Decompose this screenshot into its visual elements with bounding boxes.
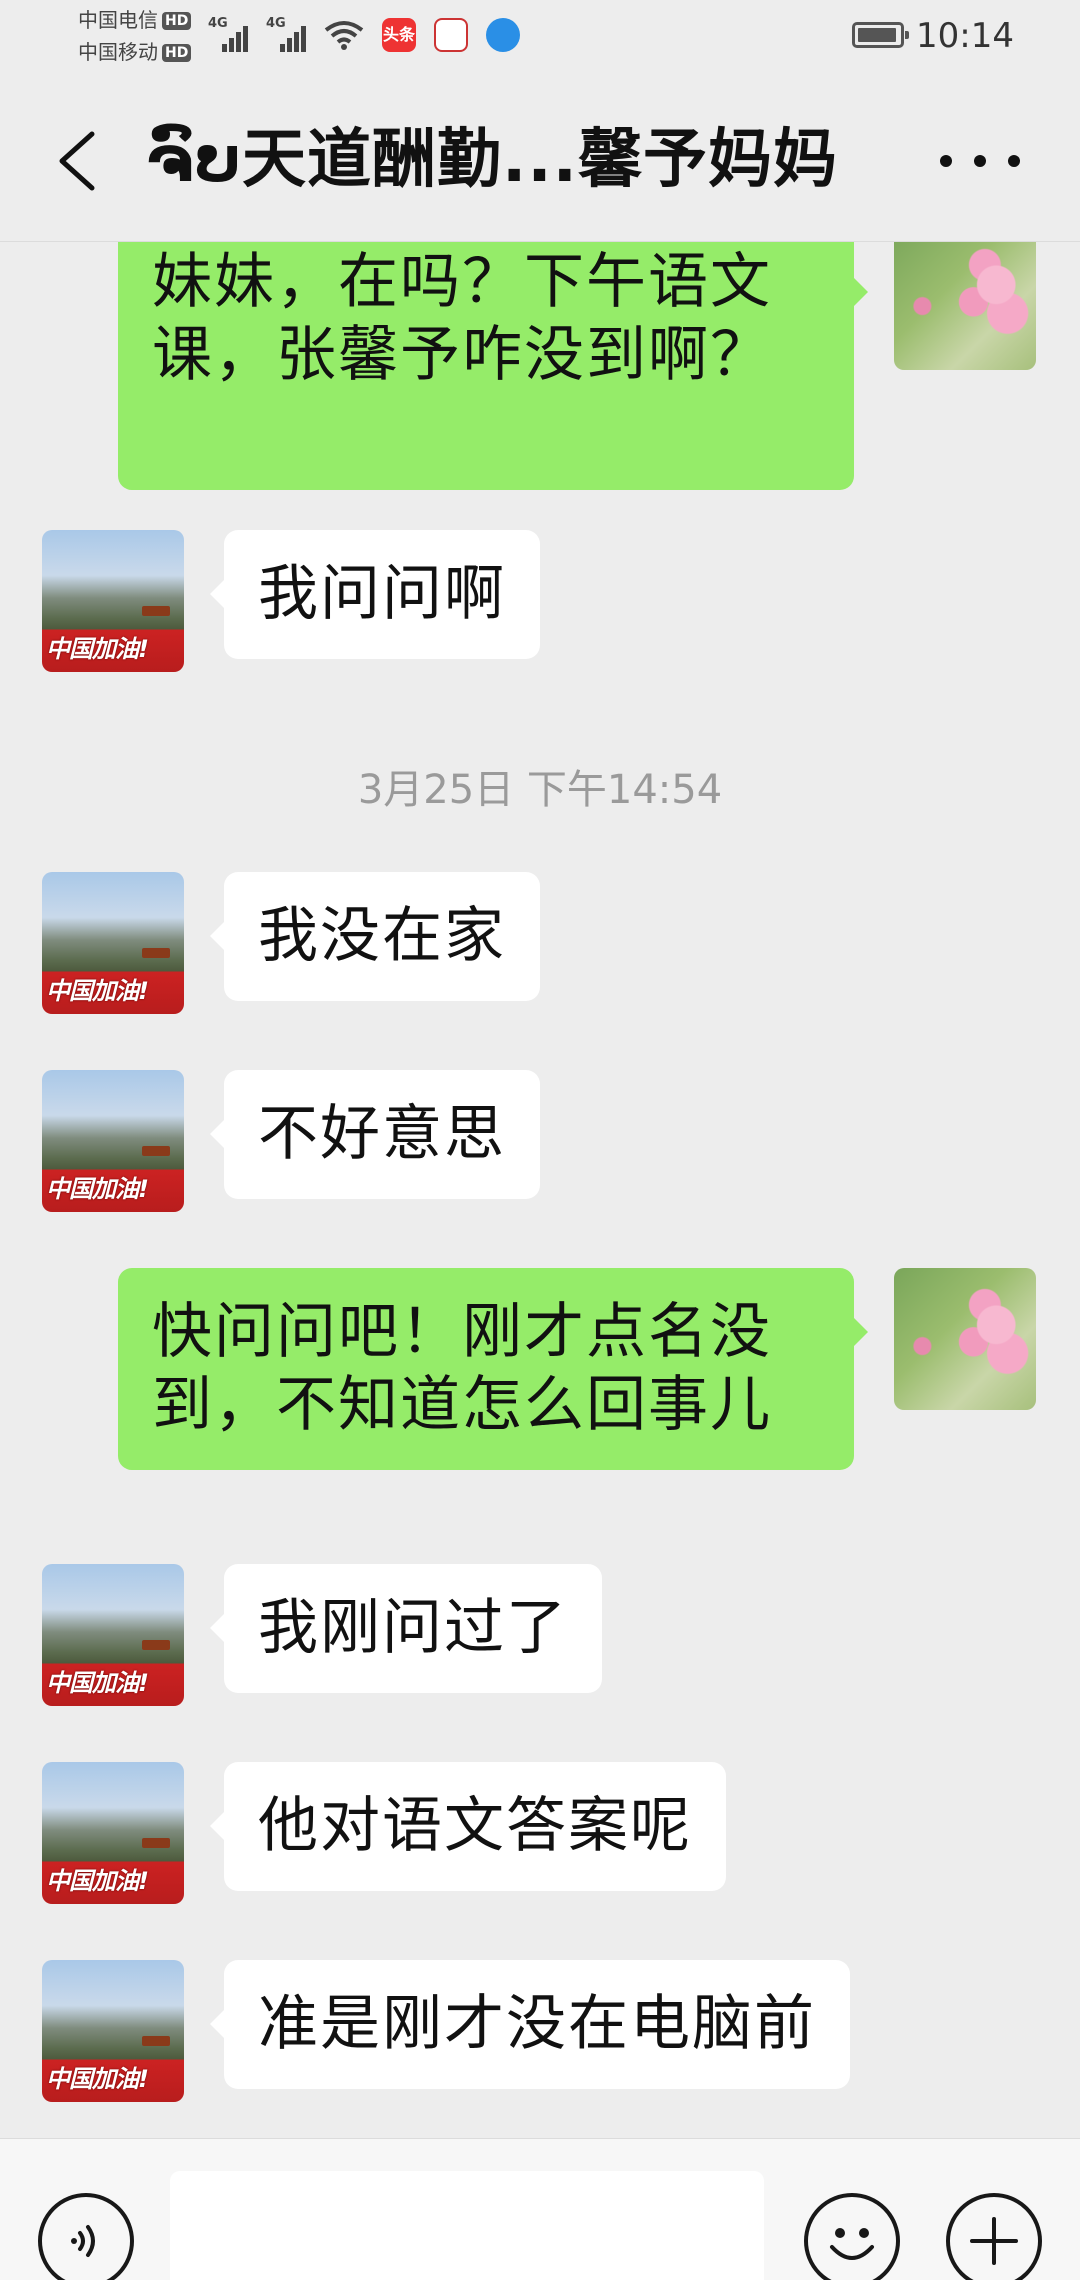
my-avatar[interactable] (894, 242, 1036, 370)
status-icons: 4G 4G 头条 (208, 12, 520, 52)
message-text: 准是刚才没在电脑前 (258, 1989, 816, 2059)
contact-avatar[interactable]: 中国加油! (42, 530, 184, 672)
message-text: 到，不知道怎么回事儿 (152, 1370, 772, 1441)
outgoing-bubble[interactable]: 妹妹，在吗？下午语文 课，张馨予咋没到啊？ (118, 242, 868, 490)
message-text: 不好意思 (258, 1099, 506, 1169)
chat-header: ຈົບ天道酬勤...馨予妈妈 (0, 80, 1080, 242)
message-text: 妹妹，在吗？下午语文 (152, 247, 772, 317)
wifi-icon (324, 21, 364, 50)
incoming-bubble[interactable]: 他对语文答案呢 (210, 1762, 726, 1892)
contact-avatar[interactable]: 中国加油! (42, 1564, 184, 1706)
battery-icon (852, 22, 909, 48)
incoming-bubble[interactable]: 我刚问过了 (210, 1564, 602, 1694)
carrier-1: 中国电信 HD (78, 8, 192, 32)
contact-avatar[interactable]: 中国加油! (42, 1960, 184, 2102)
contact-avatar[interactable]: 中国加油! (42, 1070, 184, 1212)
chevron-left-icon[interactable] (52, 130, 104, 192)
status-bar: 中国电信 HD 中国移动 HD 4G 4G 头条 10:14 (0, 0, 1080, 80)
emoji-icon[interactable] (804, 2193, 900, 2280)
signal-icon: 4G (208, 16, 248, 52)
incoming-bubble[interactable]: 准是刚才没在电脑前 (210, 1960, 850, 2090)
message-text: 我没在家 (258, 901, 506, 971)
contact-avatar[interactable]: 中国加油! (42, 1762, 184, 1904)
carrier-2: 中国移动 HD (78, 40, 192, 64)
timestamp: 3月25日 下午14:54 (357, 767, 723, 813)
message-text: 课，张馨予咋没到啊？ (152, 320, 772, 391)
incoming-bubble[interactable]: 我没在家 (210, 872, 540, 1002)
message-text: 我问问啊 (258, 559, 506, 629)
baidu-app-icon (434, 18, 468, 52)
incoming-bubble[interactable]: 不好意思 (210, 1070, 540, 1200)
chat-title: ຈົບ天道酬勤...馨予妈妈 (146, 123, 838, 197)
contact-avatar[interactable]: 中国加油! (42, 872, 184, 1014)
incoming-bubble[interactable]: 我问问啊 (210, 530, 540, 660)
message-text: 他对语文答案呢 (258, 1791, 692, 1861)
my-avatar[interactable] (894, 1268, 1036, 1410)
plus-icon[interactable] (946, 2193, 1042, 2280)
input-bar (0, 2138, 1080, 2280)
hd-badge: HD (162, 12, 192, 30)
toutiao-app-icon: 头条 (382, 18, 416, 52)
more-dots-icon[interactable] (940, 146, 1020, 176)
message-input[interactable] (170, 2171, 764, 2280)
outgoing-bubble[interactable]: 快问问吧！刚才点名没 到，不知道怎么回事儿 (118, 1268, 868, 1471)
clock: 10:14 (916, 16, 1014, 56)
message-text: 我刚问过了 (258, 1593, 568, 1663)
voice-icon[interactable] (38, 2193, 134, 2280)
message-list[interactable]: 妹妹，在吗？下午语文 课，张馨予咋没到啊？ 中国加油! 我问问啊 3月25日 下… (0, 242, 1080, 2138)
message-text: 快问问吧！刚才点名没 (152, 1297, 772, 1367)
browser-app-icon (486, 18, 520, 52)
signal-icon: 4G (266, 16, 306, 52)
hd-badge: HD (162, 44, 192, 62)
